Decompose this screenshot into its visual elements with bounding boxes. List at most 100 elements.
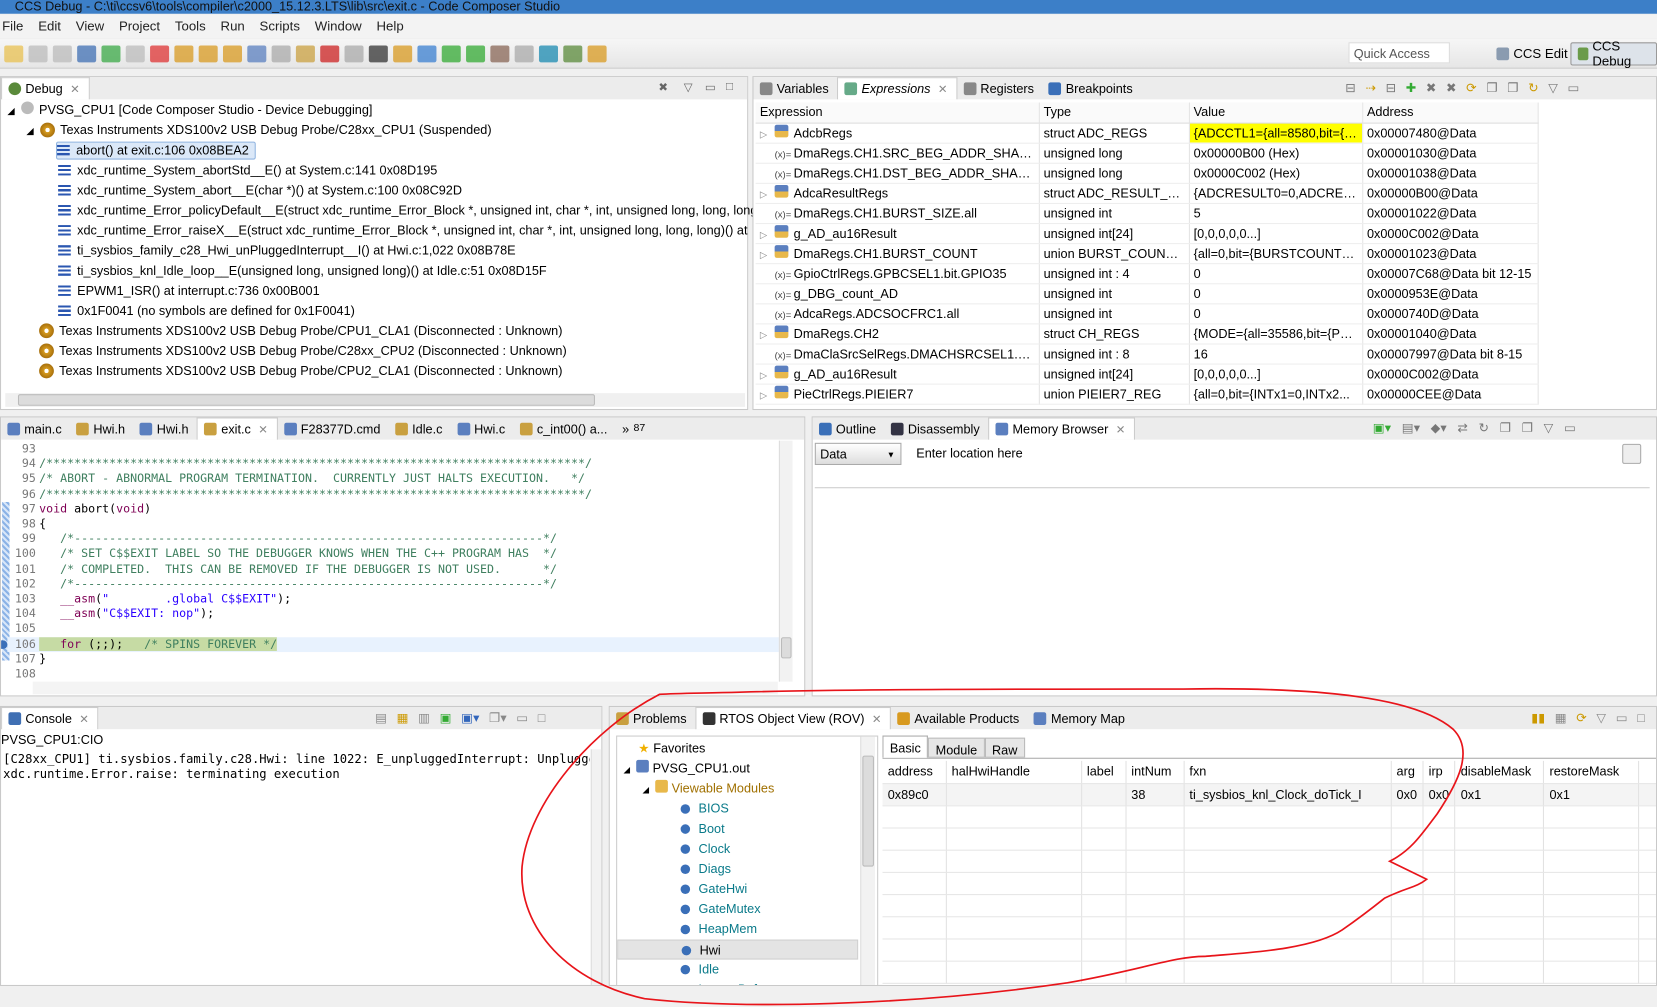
expand-arrow-icon[interactable]: ◢ <box>624 765 631 775</box>
close-icon[interactable]: ✕ <box>258 422 268 436</box>
show-type-names-icon[interactable]: ⊟ <box>1345 80 1356 95</box>
module-gatehwi[interactable]: GateHwi <box>680 879 747 899</box>
display-console-icon[interactable]: ▣▾ <box>461 710 479 725</box>
expression-row[interactable]: (x)= GpioCtrlRegs.GPBCSEL1.bit.GPIO35 unsi… <box>755 263 1539 284</box>
code-line[interactable]: 101 /* COMPLETED. THIS CAN BE REMOVED IF… <box>7 562 784 577</box>
scroll-thumb[interactable] <box>17 394 595 406</box>
stack-frame[interactable]: abort() at exit.c:106 0x08BEA2 <box>56 141 257 160</box>
remove-all-icon[interactable]: ✖ <box>1446 80 1457 95</box>
rov-row[interactable]: 0x89c0 38 ti_sysbios_knl_Clock_doTick_I 0x0… <box>882 783 1657 806</box>
tab-variables[interactable]: Variables <box>753 77 837 99</box>
expression-row[interactable]: (x)= DmaRegs.CH1.BURST_SIZE.all unsigned i… <box>755 202 1539 224</box>
current-code-line[interactable]: 106 for (;;); /* SPINS FOREVER */ <box>1 636 785 652</box>
refresh-icon[interactable]: ⟳ <box>1466 80 1477 95</box>
collapse-all-icon[interactable]: ⇢ <box>1365 80 1376 95</box>
tab-f28377d-cmd[interactable]: F28377D.cmd <box>278 417 389 439</box>
menu-view[interactable]: View <box>76 19 104 34</box>
column-header-label[interactable]: label <box>1081 760 1127 784</box>
chip-icon[interactable]: ◆▾ <box>1431 421 1447 436</box>
scroll-thumb[interactable] <box>862 755 874 867</box>
expression-row[interactable]: (x)= DmaRegs.CH1.DST_BEG_ADDR_SHADOW unsig… <box>755 162 1539 184</box>
tab-problems[interactable]: Problems <box>610 707 695 729</box>
asm-step-into-icon[interactable] <box>441 44 461 62</box>
run-to-icon[interactable] <box>417 44 437 62</box>
tab-expressions[interactable]: Expressions ✕ <box>837 77 958 100</box>
menu-project[interactable]: Project <box>119 19 160 34</box>
console-output[interactable]: [C28xx_CPU1] ti.sysbios.family.c28.Hwi: … <box>3 751 590 781</box>
debug-icon[interactable] <box>563 44 583 62</box>
tab-registers[interactable]: Registers <box>957 77 1042 99</box>
maximize-icon[interactable]: □ <box>726 80 733 93</box>
tab-outline[interactable]: Outline <box>813 417 885 439</box>
editor-hscrollbar[interactable] <box>32 681 778 695</box>
tab-rtos-object-view-rov[interactable]: RTOS Object View (ROV) ✕ <box>695 706 892 730</box>
column-header-address[interactable]: address <box>882 760 947 784</box>
code-line[interactable]: 104 __asm("C$$EXIT: nop"); <box>7 607 784 622</box>
reset-icon[interactable] <box>271 44 291 62</box>
step-over-icon[interactable] <box>198 44 218 62</box>
close-icon[interactable]: ✕ <box>1116 422 1126 436</box>
menu-window[interactable]: Window <box>315 19 362 34</box>
expression-row[interactable]: ▷ g_AD_au16Result unsigned int[24] [0,0,0,0… <box>755 363 1539 385</box>
debug-disconnected-core[interactable]: Texas Instruments XDS100v2 USB Debug Pro… <box>39 361 562 381</box>
tab-memory-map[interactable]: Memory Map <box>1028 707 1134 729</box>
tab-main-c[interactable]: main.c <box>1 417 70 439</box>
code-line[interactable]: 105 <box>7 622 784 637</box>
minimize-icon[interactable]: ▭ <box>1564 421 1576 436</box>
expand-arrow-icon[interactable]: ▷ <box>760 370 775 382</box>
debug-disconnected-core[interactable]: Texas Instruments XDS100v2 USB Debug Pro… <box>39 321 562 341</box>
expression-row[interactable]: ▷ DmaRegs.CH2 struct CH_REGS {MODE={all=355… <box>755 323 1539 344</box>
remove-icon[interactable]: ✖ <box>1426 80 1437 95</box>
memory-space-select[interactable]: Data ▼ <box>814 442 902 465</box>
new-view-icon[interactable]: ❐ <box>1500 421 1511 436</box>
code-line[interactable]: 97 void abort(void) <box>7 502 784 517</box>
tab-hwi-h[interactable]: Hwi.h <box>70 417 133 439</box>
menu-tools[interactable]: Tools <box>175 19 206 34</box>
module-diags[interactable]: Diags <box>680 859 731 879</box>
debug-session[interactable]: ◢ PVSG_CPU1 [Code Composer Studio - Devic… <box>7 100 372 120</box>
tab-c-int00-a[interactable]: c_int00() a... <box>514 417 616 439</box>
step-into-icon[interactable] <box>174 44 194 62</box>
stack-frame[interactable]: xdc_runtime_System_abortStd__E() at Syst… <box>58 161 437 181</box>
chip-icon[interactable] <box>368 44 388 62</box>
pin-icon[interactable]: ❐ <box>1507 80 1518 95</box>
column-header-value[interactable]: Value <box>1188 102 1363 124</box>
expand-arrow-icon[interactable]: ▷ <box>760 249 775 261</box>
pause-icon[interactable]: ▮▮ <box>1531 710 1545 725</box>
code-line[interactable]: 100 /* SET C$$EXIT LABEL SO THE DEBUGGER… <box>7 547 784 562</box>
close-icon[interactable]: ✕ <box>872 712 882 726</box>
column-header-restoremask[interactable]: restoreMask <box>1543 760 1640 784</box>
debug-disconnected-core[interactable]: Texas Instruments XDS100v2 USB Debug Pro… <box>39 341 567 361</box>
column-header-address[interactable]: Address <box>1362 102 1539 124</box>
pin-console-icon[interactable]: ▣ <box>440 710 452 725</box>
terminal-icon[interactable] <box>77 44 97 62</box>
column-header-disablemask[interactable]: disableMask <box>1454 760 1545 784</box>
refresh-icon[interactable]: ⟳ <box>1576 710 1587 725</box>
tree-favorites[interactable]: ★ Favorites <box>638 739 705 759</box>
tab-memory-browser[interactable]: Memory Browser ✕ <box>988 417 1135 440</box>
expression-row[interactable]: ▷ AdcaResultRegs struct ADC_RESULT_RE... {A… <box>755 182 1539 204</box>
expand-arrow-icon[interactable]: ▷ <box>760 129 775 141</box>
maximize-icon[interactable]: □ <box>538 710 546 725</box>
minimize-icon[interactable]: ▭ <box>705 80 716 94</box>
tab-hwi-h[interactable]: Hwi.h <box>134 417 197 439</box>
code-line[interactable]: 96/*************************************… <box>7 487 784 502</box>
code-line[interactable]: 108 <box>7 667 784 682</box>
save-all-icon[interactable] <box>52 44 72 62</box>
view-tab-basic[interactable]: Basic <box>882 735 929 758</box>
sync-icon[interactable]: ⇄ <box>1457 421 1468 436</box>
refresh-icon[interactable]: ↻ <box>1479 421 1490 436</box>
stack-frame[interactable]: xdc_runtime_Error_raiseX__E(struct xdc_r… <box>58 221 747 241</box>
view-tab-module[interactable]: Module <box>928 737 985 758</box>
code-line[interactable]: 99 /*-----------------------------------… <box>7 532 784 547</box>
expression-row[interactable]: ▷ AdcbRegs struct ADC_REGS {ADCCTL1={all=85… <box>755 122 1539 144</box>
module-bios[interactable]: BIOS <box>680 799 729 819</box>
terminate-icon[interactable] <box>150 44 170 62</box>
stack-frame[interactable]: EPWM1_ISR() at interrupt.c:736 0x00B001 <box>58 281 320 301</box>
expand-arrow-icon[interactable]: ◢ <box>643 785 650 795</box>
suspend-icon[interactable] <box>125 44 145 62</box>
view-menu-icon[interactable]: ▽ <box>1548 80 1558 95</box>
remove-all-terminated-icon[interactable]: ✖ <box>658 80 668 94</box>
tree-viewable-modules[interactable]: ◢ Viewable Modules <box>643 779 774 799</box>
expression-row[interactable]: ▷ DmaRegs.CH1.BURST_COUNT union BURST_COUN… <box>755 243 1539 264</box>
